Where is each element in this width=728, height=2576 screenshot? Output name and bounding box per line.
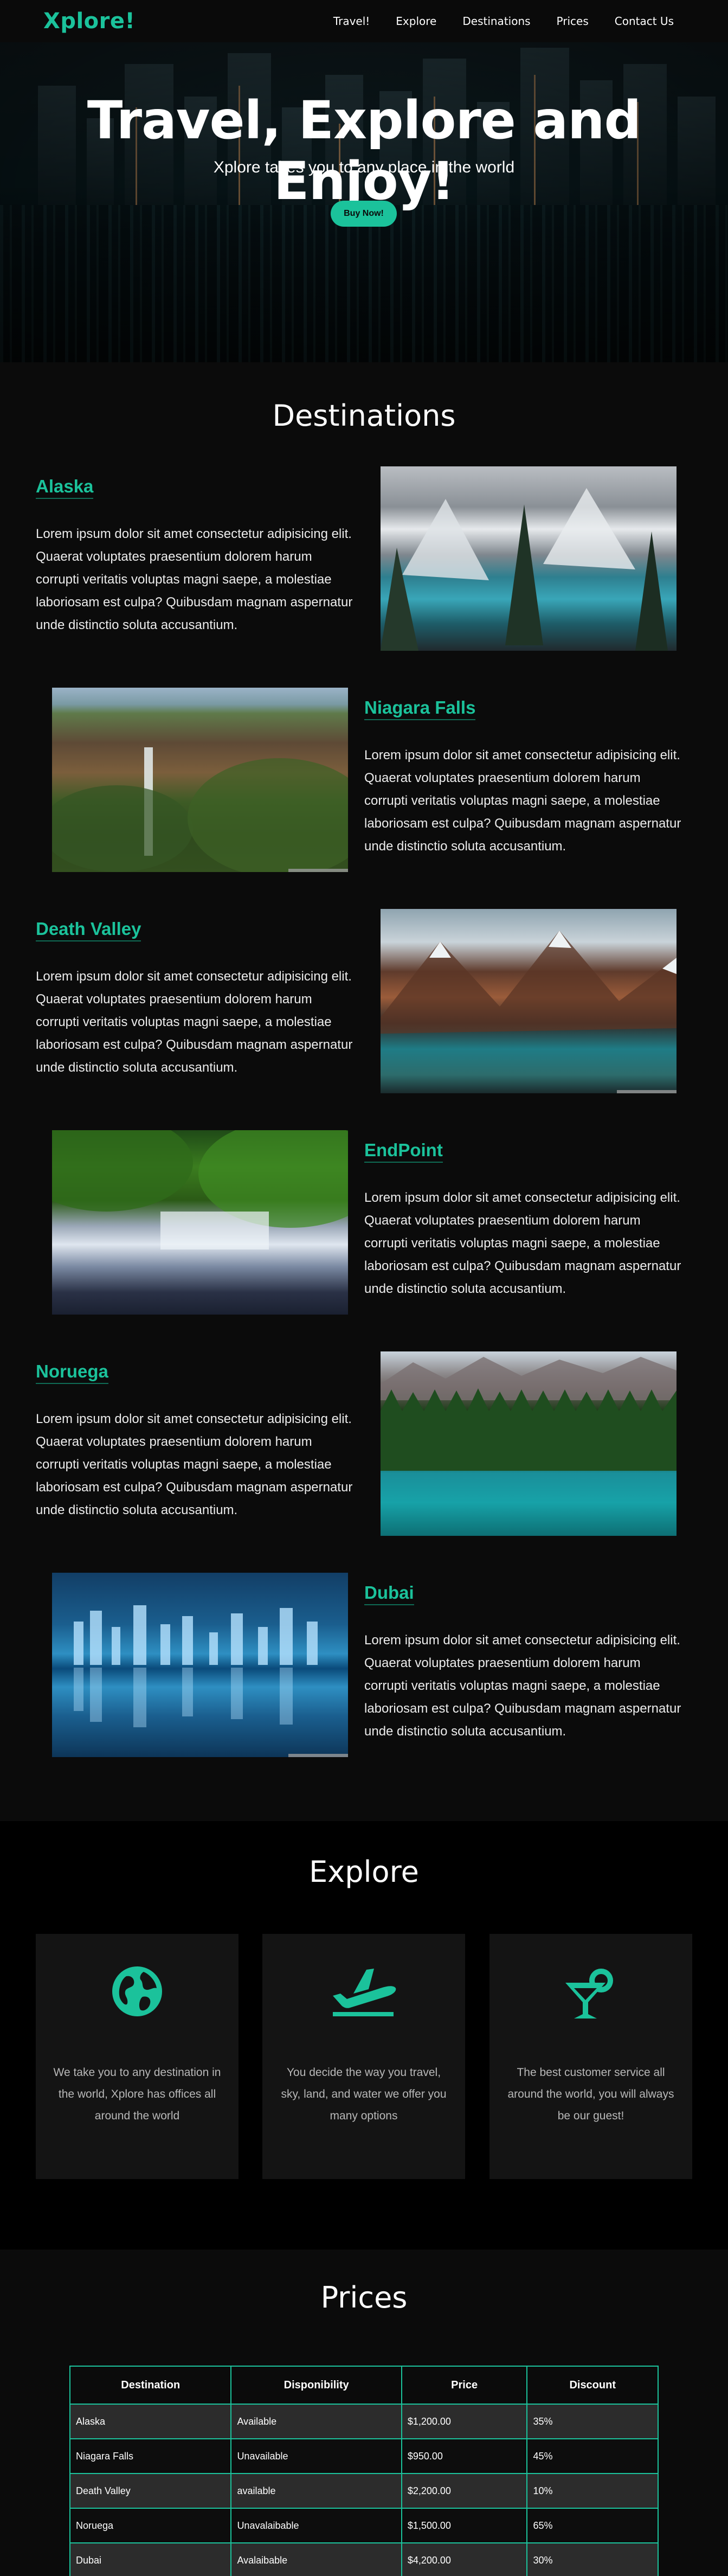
table-cell: Death Valley bbox=[69, 2473, 232, 2509]
table-row: Alaska Available $1,200.00 35% bbox=[69, 2404, 659, 2439]
table-row: Noruega Unavalaibable $1,500.00 65% bbox=[69, 2508, 659, 2543]
table-row: Death Valley available $2,200.00 10% bbox=[69, 2473, 659, 2509]
destination-photo-alaska bbox=[381, 466, 677, 651]
destination-alaska: Alaska Lorem ipsum dolor sit amet consec… bbox=[0, 466, 728, 651]
table-cell: $1,200.00 bbox=[401, 2404, 528, 2439]
destination-name: Dubai bbox=[364, 1582, 414, 1605]
table-cell: 35% bbox=[526, 2404, 659, 2439]
explore-title: Explore bbox=[309, 1855, 419, 1889]
table-cell: $2,200.00 bbox=[401, 2473, 528, 2509]
hero-subtitle: Xplore takes you to any place in the wor… bbox=[213, 158, 515, 176]
table-cell: Available bbox=[230, 2404, 402, 2439]
destination-name: Niagara Falls bbox=[364, 697, 476, 720]
table-cell: Noruega bbox=[69, 2508, 232, 2543]
destination-name: Noruega bbox=[36, 1361, 108, 1384]
table-cell: 10% bbox=[526, 2473, 659, 2509]
cocktail-icon bbox=[489, 1964, 692, 2024]
destination-noruega: Noruega Lorem ipsum dolor sit amet conse… bbox=[0, 1351, 728, 1536]
plane-departure-icon bbox=[262, 1964, 465, 2024]
destination-photo-dubai bbox=[52, 1573, 348, 1757]
explore-card-travel-options: You decide the way you travel, sky, land… bbox=[262, 1934, 465, 2179]
top-navbar: Xplore! Travel! Explore Destinations Pri… bbox=[0, 0, 728, 42]
table-cell: 45% bbox=[526, 2438, 659, 2474]
explore-card-customer-service: The best customer service all around the… bbox=[489, 1934, 692, 2179]
destination-name: Death Valley bbox=[36, 919, 141, 941]
prices-title: Prices bbox=[320, 2280, 408, 2315]
brand-logo[interactable]: Xplore! bbox=[43, 9, 135, 34]
table-row: Dubai Avalaibable $4,200.00 30% bbox=[69, 2542, 659, 2576]
table-cell: Unavalaibable bbox=[230, 2508, 402, 2543]
nav-link-prices[interactable]: Prices bbox=[557, 15, 589, 28]
destination-dubai: Dubai Lorem ipsum dolor sit amet consect… bbox=[0, 1573, 728, 1757]
table-cell: available bbox=[230, 2473, 402, 2509]
table-cell: Alaska bbox=[69, 2404, 232, 2439]
nav-link-contact[interactable]: Contact Us bbox=[615, 15, 674, 28]
destinations-title: Destinations bbox=[272, 399, 456, 433]
destination-name: Alaska bbox=[36, 476, 94, 499]
destination-description: Lorem ipsum dolor sit amet consectetur a… bbox=[36, 527, 353, 632]
prices-table: Destination Disponibility Price Discount… bbox=[69, 2366, 659, 2576]
table-cell: Dubai bbox=[69, 2542, 232, 2576]
destination-photo-endpoint bbox=[52, 1130, 348, 1315]
column-header: Price bbox=[401, 2366, 528, 2405]
nav-link-explore[interactable]: Explore bbox=[396, 15, 436, 28]
table-cell: Unavailable bbox=[230, 2438, 402, 2474]
destination-photo-death-valley bbox=[381, 909, 677, 1093]
buy-now-button[interactable]: Buy Now! bbox=[331, 201, 397, 227]
hero-title: Travel, Explore and Enjoy! bbox=[87, 90, 641, 212]
table-cell: $950.00 bbox=[401, 2438, 528, 2474]
destination-description: Lorem ipsum dolor sit amet consectetur a… bbox=[364, 1633, 681, 1739]
destination-name: EndPoint bbox=[364, 1140, 443, 1163]
nav-menu: Travel! Explore Destinations Prices Cont… bbox=[333, 15, 674, 28]
explore-card-offices: We take you to any destination in the wo… bbox=[36, 1934, 239, 2179]
destination-description: Lorem ipsum dolor sit amet consectetur a… bbox=[36, 1412, 353, 1517]
explore-card-text: We take you to any destination in the wo… bbox=[53, 2066, 221, 2122]
explore-card-text: The best customer service all around the… bbox=[507, 2066, 674, 2122]
destination-description: Lorem ipsum dolor sit amet consectetur a… bbox=[36, 969, 353, 1075]
table-cell: $1,500.00 bbox=[401, 2508, 528, 2543]
table-cell: 30% bbox=[526, 2542, 659, 2576]
table-cell: Avalaibable bbox=[230, 2542, 402, 2576]
nav-link-travel[interactable]: Travel! bbox=[333, 15, 370, 28]
column-header: Discount bbox=[526, 2366, 659, 2405]
nav-link-destinations[interactable]: Destinations bbox=[462, 15, 530, 28]
column-header: Destination bbox=[69, 2366, 232, 2405]
explore-card-text: You decide the way you travel, sky, land… bbox=[281, 2066, 447, 2122]
table-cell: Niagara Falls bbox=[69, 2438, 232, 2474]
table-header-row: Destination Disponibility Price Discount bbox=[69, 2366, 659, 2405]
destination-niagara-falls: Niagara Falls Lorem ipsum dolor sit amet… bbox=[0, 688, 728, 872]
destination-description: Lorem ipsum dolor sit amet consectetur a… bbox=[364, 1190, 681, 1296]
destination-death-valley: Death Valley Lorem ipsum dolor sit amet … bbox=[0, 909, 728, 1093]
globe-icon bbox=[36, 1964, 239, 2024]
destination-photo-niagara-falls bbox=[52, 688, 348, 872]
destination-description: Lorem ipsum dolor sit amet consectetur a… bbox=[364, 748, 681, 854]
destination-photo-noruega bbox=[381, 1351, 677, 1536]
table-cell: 65% bbox=[526, 2508, 659, 2543]
column-header: Disponibility bbox=[230, 2366, 402, 2405]
table-row: Niagara Falls Unavailable $950.00 45% bbox=[69, 2438, 659, 2474]
table-cell: $4,200.00 bbox=[401, 2542, 528, 2576]
hero-section: Travel, Explore and Enjoy! Xplore takes … bbox=[0, 42, 728, 362]
destination-endpoint: EndPoint Lorem ipsum dolor sit amet cons… bbox=[0, 1130, 728, 1315]
